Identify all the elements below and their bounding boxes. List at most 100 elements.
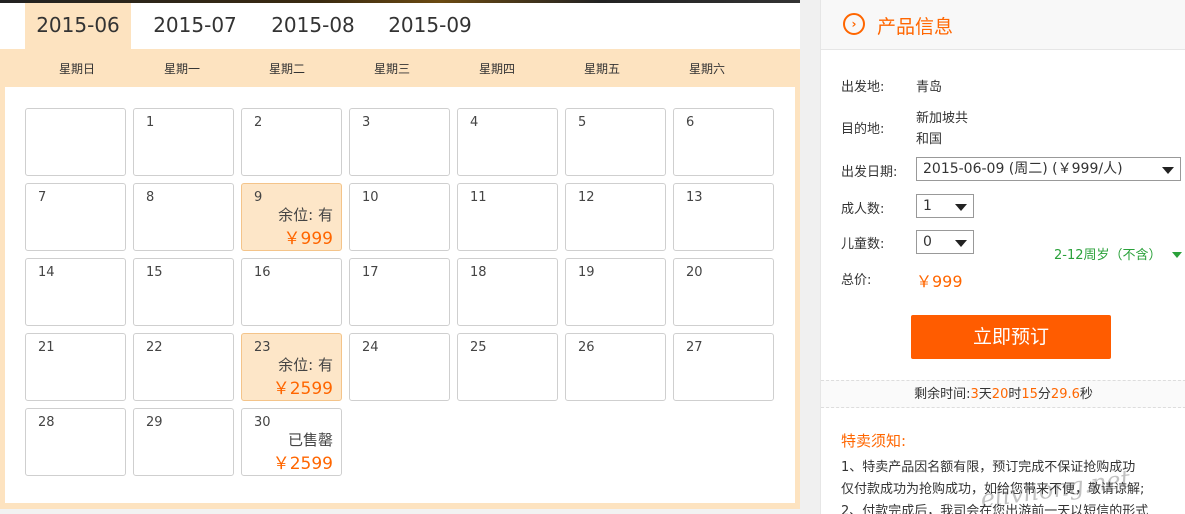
weekday-mon: 星期一 bbox=[163, 62, 200, 76]
depart-value: 青岛 bbox=[916, 80, 943, 95]
day-27[interactable]: 27 bbox=[673, 333, 774, 401]
day-1[interactable]: 1 bbox=[133, 108, 234, 176]
day-number: 17 bbox=[362, 265, 379, 280]
expand-caret-icon[interactable] bbox=[1172, 252, 1182, 258]
day-number: 13 bbox=[686, 190, 703, 205]
timer-minutes: 15 bbox=[1021, 387, 1038, 402]
day-price: ￥2599 bbox=[272, 454, 333, 474]
timer-hours: 20 bbox=[991, 387, 1009, 402]
day-30-soldout[interactable]: 30 已售罄 ￥2599 bbox=[241, 408, 342, 476]
weekday-tue: 星期二 bbox=[268, 62, 305, 76]
panel-title: 产品信息 bbox=[877, 16, 954, 38]
day-29[interactable]: 29 bbox=[133, 408, 234, 476]
day-21[interactable]: 21 bbox=[25, 333, 126, 401]
day-number: 14 bbox=[38, 265, 55, 280]
calendar: 2015-06 2015-07 2015-08 2015-09 星期日 星期一 … bbox=[0, 0, 800, 514]
day-17[interactable]: 17 bbox=[349, 258, 450, 326]
day-number: 12 bbox=[578, 190, 595, 205]
tab-month-2015-08[interactable]: 2015-08 bbox=[258, 3, 368, 49]
day-2[interactable]: 2 bbox=[241, 108, 342, 176]
day-4[interactable]: 4 bbox=[457, 108, 558, 176]
day-number: 24 bbox=[362, 340, 379, 355]
date-select[interactable]: 2015-06-09 (周二) (￥999/人) bbox=[916, 157, 1181, 181]
day-number: 1 bbox=[146, 115, 155, 130]
day-25[interactable]: 25 bbox=[457, 333, 558, 401]
timer-days: 3 bbox=[970, 387, 979, 402]
day-19[interactable]: 19 bbox=[565, 258, 666, 326]
day-number: 5 bbox=[578, 115, 587, 130]
day-12[interactable]: 12 bbox=[565, 183, 666, 251]
day-number: 25 bbox=[470, 340, 487, 355]
day-number: 27 bbox=[686, 340, 703, 355]
day-number: 16 bbox=[254, 265, 271, 280]
day-number: 3 bbox=[362, 115, 371, 130]
seat-status: 余位: 有 bbox=[278, 206, 333, 224]
sold-out-status: 已售罄 bbox=[287, 431, 333, 449]
day-number: 26 bbox=[578, 340, 595, 355]
timer-seconds: 29.6 bbox=[1050, 387, 1080, 402]
day-6[interactable]: 6 bbox=[673, 108, 774, 176]
day-number: 19 bbox=[578, 265, 595, 280]
day-18[interactable]: 18 bbox=[457, 258, 558, 326]
day-8[interactable]: 8 bbox=[133, 183, 234, 251]
adult-select[interactable]: 1 bbox=[916, 194, 974, 218]
timer-seconds-unit: 秒 bbox=[1079, 387, 1093, 402]
notice-title: 特卖须知: bbox=[841, 432, 907, 450]
weekday-sun: 星期日 bbox=[58, 62, 95, 76]
seat-status: 余位: 有 bbox=[278, 356, 333, 374]
tab-month-2015-09[interactable]: 2015-09 bbox=[375, 3, 485, 49]
weekday-thu: 星期四 bbox=[478, 62, 515, 76]
child-label: 儿童数: bbox=[841, 237, 885, 252]
day-number: 18 bbox=[470, 265, 487, 280]
timer-label: 剩余时间: bbox=[914, 387, 971, 402]
day-number: 8 bbox=[146, 190, 155, 205]
day-16[interactable]: 16 bbox=[241, 258, 342, 326]
day-24[interactable]: 24 bbox=[349, 333, 450, 401]
date-label: 出发日期: bbox=[841, 165, 898, 180]
timer-minutes-unit: 分 bbox=[1037, 387, 1051, 402]
day-23-available[interactable]: 23 余位: 有 ￥2599 bbox=[241, 333, 342, 401]
calendar-grid: 1 2 3 4 5 6 7 8 9 余位: 有 ￥999 10 11 12 13… bbox=[5, 87, 795, 503]
day-number: 9 bbox=[254, 190, 263, 205]
total-label: 总价: bbox=[841, 273, 872, 288]
countdown-timer: 剩余时间:3天20时15分29.6秒 bbox=[821, 380, 1185, 408]
weekday-wed: 星期三 bbox=[373, 62, 410, 76]
day-number: 10 bbox=[362, 190, 379, 205]
day-number: 2 bbox=[254, 115, 263, 130]
day-13[interactable]: 13 bbox=[673, 183, 774, 251]
weekday-sat: 星期六 bbox=[688, 62, 725, 76]
dest-label: 目的地: bbox=[841, 122, 885, 137]
day-15[interactable]: 15 bbox=[133, 258, 234, 326]
adult-select-value: 1 bbox=[923, 198, 932, 214]
month-tabs: 2015-06 2015-07 2015-08 2015-09 bbox=[0, 3, 800, 49]
day-3[interactable]: 3 bbox=[349, 108, 450, 176]
day-number: 15 bbox=[146, 265, 163, 280]
day-5[interactable]: 5 bbox=[565, 108, 666, 176]
adult-label: 成人数: bbox=[841, 202, 885, 217]
day-price: ￥999 bbox=[283, 229, 333, 249]
day-28[interactable]: 28 bbox=[25, 408, 126, 476]
day-11[interactable]: 11 bbox=[457, 183, 558, 251]
day-number: 22 bbox=[146, 340, 163, 355]
day-empty bbox=[25, 108, 126, 176]
day-number: 21 bbox=[38, 340, 55, 355]
dropdown-caret-icon bbox=[1162, 167, 1174, 174]
day-7[interactable]: 7 bbox=[25, 183, 126, 251]
day-20[interactable]: 20 bbox=[673, 258, 774, 326]
day-26[interactable]: 26 bbox=[565, 333, 666, 401]
child-select[interactable]: 0 bbox=[916, 230, 974, 254]
depart-label: 出发地: bbox=[841, 80, 885, 95]
day-number: 28 bbox=[38, 415, 55, 430]
child-age-note[interactable]: 2-12周岁（不含） bbox=[1054, 244, 1162, 263]
day-number: 20 bbox=[686, 265, 703, 280]
product-panel: › 产品信息 出发地: 青岛 目的地: 新加坡共 和国 出发日期: 2015-0… bbox=[820, 0, 1185, 514]
day-9-available[interactable]: 9 余位: 有 ￥999 bbox=[241, 183, 342, 251]
day-22[interactable]: 22 bbox=[133, 333, 234, 401]
day-14[interactable]: 14 bbox=[25, 258, 126, 326]
tab-month-2015-07[interactable]: 2015-07 bbox=[140, 3, 250, 49]
day-10[interactable]: 10 bbox=[349, 183, 450, 251]
book-now-button[interactable]: 立即预订 bbox=[911, 315, 1111, 359]
tab-month-2015-06[interactable]: 2015-06 bbox=[25, 3, 131, 49]
day-number: 23 bbox=[254, 340, 271, 355]
day-number: 4 bbox=[470, 115, 479, 130]
